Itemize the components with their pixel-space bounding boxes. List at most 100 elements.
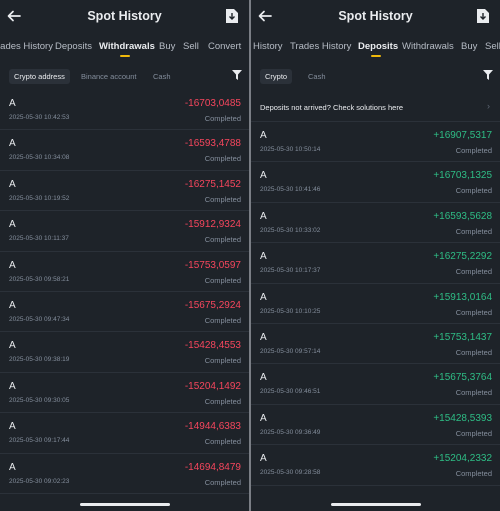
asset-name: A	[260, 170, 267, 182]
list-item[interactable]: A 2025-05-30 10:11:37 -15912,9324 Completed	[0, 211, 249, 252]
timestamp: 2025-05-30 10:19:52	[9, 194, 70, 202]
asset-name: A	[9, 98, 16, 109]
amount: +16275,2292	[433, 251, 492, 263]
list-item[interactable]: A 2025-05-30 09:57:14 +15753,1437 Completed	[251, 324, 500, 365]
amount: -14694,8479	[184, 461, 241, 473]
amount: -15675,2924	[184, 299, 241, 311]
timestamp: 2025-05-30 09:02:23	[9, 477, 70, 485]
header: Spot History	[251, 0, 500, 34]
asset-name: A	[9, 380, 16, 392]
asset-name: A	[9, 421, 16, 433]
tab-bar: History Trades History Deposits Withdraw…	[251, 34, 500, 60]
list-item[interactable]: A 2025-05-30 09:58:21 -15753,0597 Completed	[0, 252, 249, 292]
amount: -15428,4553	[184, 340, 241, 352]
amount: +15675,3764	[433, 372, 492, 384]
amount: -16703,0485	[184, 98, 241, 109]
timestamp: 2025-05-30 09:38:19	[9, 356, 70, 364]
tab-trades-history[interactable]: Trades History	[290, 41, 351, 52]
asset-name: A	[260, 453, 267, 465]
filter-binance-account[interactable]: Binance account	[76, 69, 141, 84]
asset-name: A	[9, 299, 16, 311]
status-text: Completed	[455, 267, 492, 277]
status-text: Completed	[455, 226, 492, 236]
asset-name: A	[260, 372, 267, 384]
withdrawals-panel: Spot History rades History Deposits With…	[0, 0, 249, 511]
deposit-help-banner[interactable]: Deposits not arrived? Check solutions he…	[251, 92, 500, 122]
timestamp: 2025-05-30 10:42:53	[9, 114, 70, 121]
status-text: Completed	[455, 428, 492, 438]
amount: -16275,1452	[184, 178, 241, 190]
tab-buy[interactable]: Buy	[159, 41, 175, 52]
filter-icon[interactable]	[483, 70, 493, 80]
list-item[interactable]: A 2025-05-30 10:17:37 +16275,2292 Completed	[251, 243, 500, 284]
amount: -15912,9324	[184, 219, 241, 231]
page-title: Spot History	[87, 9, 162, 23]
filter-crypto[interactable]: Crypto	[260, 69, 293, 84]
tab-buy[interactable]: Buy	[461, 41, 477, 52]
list-item[interactable]: A 2025-05-30 09:28:58 +15204,2332 Completed	[251, 445, 500, 486]
timestamp: 2025-05-30 10:50:14	[260, 146, 321, 153]
status-text: Completed	[455, 186, 492, 196]
amount: -14944,6383	[184, 421, 241, 433]
filter-bar: Crypto Cash	[251, 60, 500, 88]
asset-name: A	[9, 340, 16, 352]
filter-icon[interactable]	[232, 70, 242, 80]
list-item[interactable]: A 2025-05-30 09:30:05 -15204,1492 Completed	[0, 373, 249, 414]
tab-deposits[interactable]: Deposits	[55, 41, 92, 52]
list-item[interactable]: A 2025-05-30 09:02:23 -14694,8479 Completed	[0, 454, 249, 494]
download-file-icon[interactable]	[476, 8, 490, 24]
amount: +16593,5628	[433, 210, 492, 222]
withdrawal-list: A 2025-05-30 10:42:53 -16703,0485 Completed…	[0, 90, 249, 494]
tab-history[interactable]: History	[253, 41, 283, 52]
asset-name: A	[9, 138, 16, 150]
asset-name: A	[260, 130, 267, 141]
tab-deposits[interactable]: Deposits	[358, 41, 398, 52]
filter-crypto-address[interactable]: Crypto address	[9, 69, 70, 84]
notice-text: Deposits not arrived? Check solutions he…	[260, 103, 403, 112]
list-item[interactable]: A 2025-05-30 10:34:08 -16593,4788 Completed	[0, 130, 249, 171]
filter-cash[interactable]: Cash	[148, 69, 176, 84]
asset-name: A	[260, 331, 267, 343]
amount: -16593,4788	[184, 138, 241, 150]
download-file-icon[interactable]	[225, 8, 239, 24]
asset-name: A	[9, 219, 16, 231]
timestamp: 2025-05-30 09:47:34	[9, 315, 70, 323]
list-item[interactable]: A 2025-05-30 10:50:14 +16907,5317 Completed	[251, 122, 500, 163]
deposit-list: A 2025-05-30 10:50:14 +16907,5317 Completed…	[251, 122, 500, 486]
tab-withdrawals[interactable]: Withdrawals	[99, 41, 155, 52]
status-text: Completed	[204, 437, 241, 447]
timestamp: 2025-05-30 10:10:25	[260, 307, 321, 315]
tab-bar: rades History Deposits Withdrawals Buy S…	[0, 34, 249, 60]
list-item[interactable]: A 2025-05-30 10:41:46 +16703,1325 Completed	[251, 162, 500, 203]
list-item[interactable]: A 2025-05-30 09:38:19 -15428,4553 Completed	[0, 332, 249, 373]
list-item[interactable]: A 2025-05-30 10:19:52 -16275,1452 Completed	[0, 171, 249, 212]
filter-cash[interactable]: Cash	[303, 69, 331, 84]
list-item[interactable]: A 2025-05-30 10:33:02 +16593,5628 Completed	[251, 203, 500, 244]
tab-sell[interactable]: Sell	[183, 41, 199, 52]
list-item[interactable]: A 2025-05-30 10:42:53 -16703,0485 Completed	[0, 90, 249, 131]
list-item[interactable]: A 2025-05-30 10:10:25 +15913,0164 Completed	[251, 284, 500, 324]
header: Spot History	[0, 0, 249, 34]
list-item[interactable]: A 2025-05-30 09:46:51 +15675,3764 Completed	[251, 364, 500, 405]
list-item[interactable]: A 2025-05-30 09:47:34 -15675,2924 Completed	[0, 292, 249, 333]
timestamp: 2025-05-30 09:36:49	[260, 428, 321, 436]
status-text: Completed	[204, 315, 241, 325]
list-item[interactable]: A 2025-05-30 09:36:49 +15428,5393 Completed	[251, 405, 500, 446]
asset-name: A	[9, 259, 16, 271]
tab-withdrawals[interactable]: Withdrawals	[402, 41, 454, 52]
timestamp: 2025-05-30 10:17:37	[260, 267, 321, 275]
amount: +15753,1437	[433, 331, 492, 343]
tab-trades-history[interactable]: rades History	[0, 41, 53, 52]
timestamp: 2025-05-30 10:41:46	[260, 186, 321, 194]
status-text: Completed	[204, 477, 241, 487]
status-text: Completed	[455, 388, 492, 398]
asset-name: A	[9, 461, 16, 473]
amount: +15428,5393	[433, 412, 492, 424]
active-tab-indicator	[120, 55, 130, 57]
deposits-panel: Spot History History Trades History Depo…	[251, 0, 500, 511]
tab-convert[interactable]: Convert	[208, 41, 241, 52]
filter-bar: Crypto address Binance account Cash	[0, 60, 249, 88]
tab-sell[interactable]: Sell	[485, 41, 500, 52]
amount: +16703,1325	[433, 170, 492, 182]
list-item[interactable]: A 2025-05-30 09:17:44 -14944,6383 Completed	[0, 413, 249, 454]
